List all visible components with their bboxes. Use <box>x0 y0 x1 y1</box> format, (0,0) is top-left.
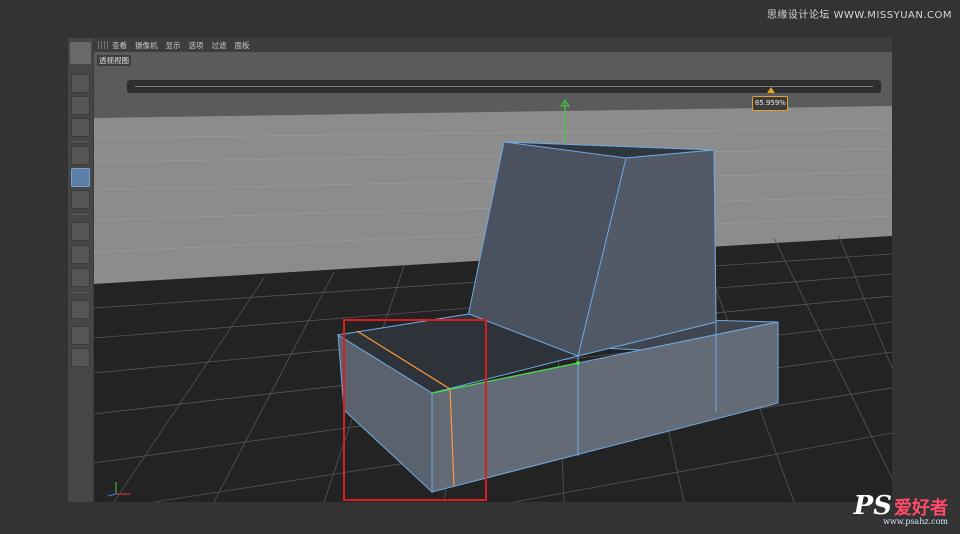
viewport-label: 透视视图 <box>97 55 131 66</box>
points-mode-icon[interactable] <box>71 146 90 165</box>
axis-mode-icon[interactable] <box>71 222 90 241</box>
psahz-logo: PS 爱好者 www.psahz.com <box>853 491 948 526</box>
lock-workplane-icon[interactable] <box>71 326 90 345</box>
edges-mode-icon[interactable] <box>71 168 90 187</box>
menu-panel[interactable]: 面板 <box>235 40 250 51</box>
toolbar-divider <box>72 141 89 142</box>
app-window: 查看 摄像机 显示 选项 过滤 面板 透视视图 85.959% <box>68 38 892 502</box>
toolbar-divider <box>72 292 89 293</box>
menu-filter[interactable]: 过滤 <box>212 40 227 51</box>
slider-line <box>135 86 873 87</box>
perspective-viewport[interactable]: 查看 摄像机 显示 选项 过滤 面板 透视视图 85.959% <box>94 38 892 502</box>
polygons-mode-icon[interactable] <box>71 190 90 209</box>
snap-icon[interactable] <box>71 268 90 287</box>
magnet-icon[interactable] <box>71 300 90 319</box>
menu-options[interactable]: 选项 <box>189 40 204 51</box>
bevel-offset-slider[interactable] <box>126 79 882 94</box>
cinema4d-logo-icon[interactable] <box>70 42 91 64</box>
menu-camera[interactable]: 摄像机 <box>135 40 158 51</box>
model-mode-icon[interactable] <box>71 74 90 93</box>
tweak-mode-icon[interactable] <box>71 245 90 264</box>
watermark-top: 思缘设计论坛 WWW.MISSYUAN.COM <box>766 10 952 21</box>
slider-value-readout: 85.959% <box>752 96 789 111</box>
menu-view[interactable]: 查看 <box>112 40 127 51</box>
planar-workplane-icon[interactable] <box>71 348 90 367</box>
viewport-menubar: 查看 摄像机 显示 选项 过滤 面板 <box>94 38 892 52</box>
slider-handle-icon[interactable] <box>767 87 776 93</box>
menu-grip-icon[interactable] <box>98 41 108 49</box>
menu-display[interactable]: 显示 <box>166 40 181 51</box>
toolbar-divider <box>72 214 89 215</box>
workplane-icon[interactable] <box>71 118 90 137</box>
texture-mode-icon[interactable] <box>71 96 90 115</box>
left-toolbar <box>68 38 94 502</box>
red-highlight-box <box>343 319 487 501</box>
